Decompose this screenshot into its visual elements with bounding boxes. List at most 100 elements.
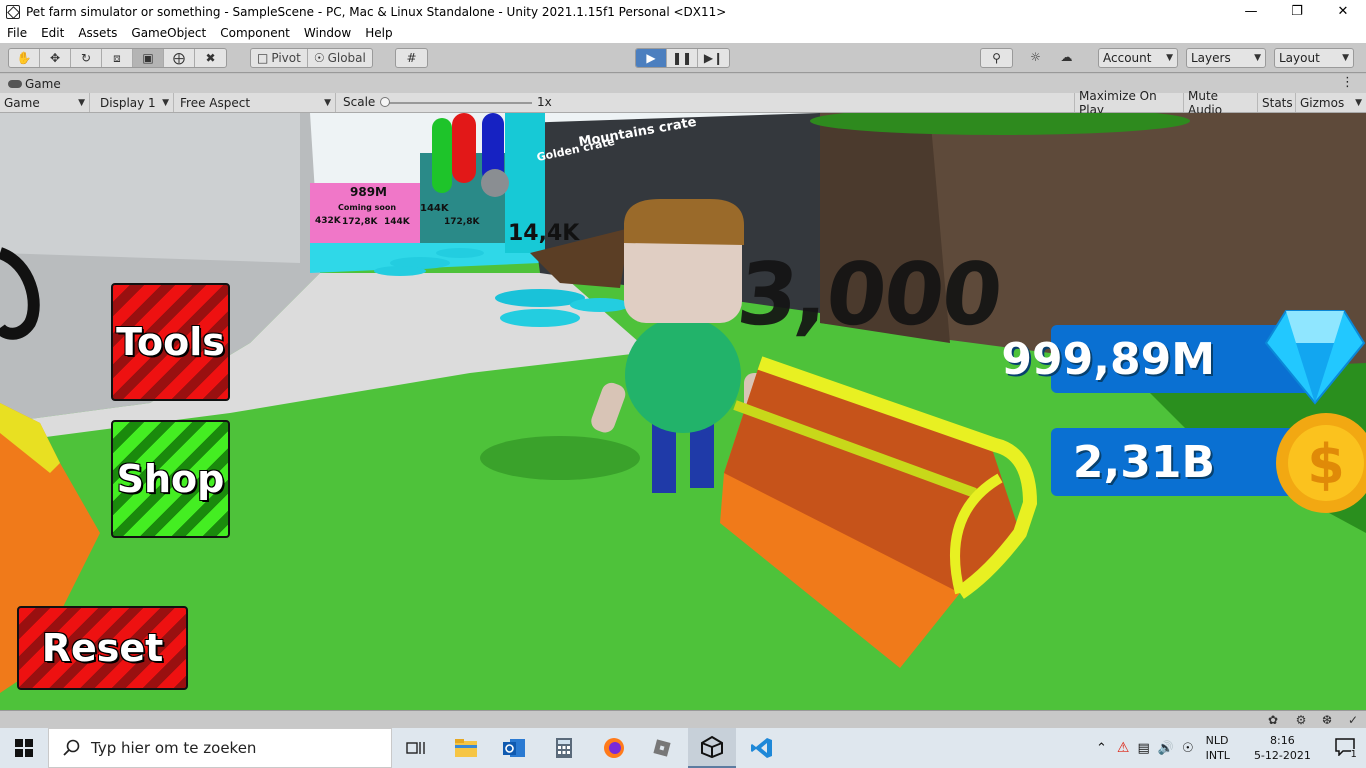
game-viewport[interactable]: 3,000 14,4K Golden crate Mountains crate… xyxy=(0,113,1366,711)
game-view-toolbar: Game ▼ Display 1 ▼ Free Aspect ▼ Scale 1x M… xyxy=(0,89,1366,117)
move-tool-button[interactable]: ✥ xyxy=(40,49,71,67)
red-pillar xyxy=(452,113,476,183)
maximize-button[interactable]: ❐ xyxy=(1274,0,1320,23)
gizmos-dropdown[interactable]: Gizmos ▼ xyxy=(1296,93,1366,112)
chevron-down-icon: ▼ xyxy=(1166,53,1173,63)
menu-gameobject[interactable]: GameObject xyxy=(124,26,213,40)
chevron-down-icon: ▼ xyxy=(162,97,169,108)
progress-icon[interactable]: ❆ xyxy=(1320,713,1334,727)
tab-game[interactable]: Game xyxy=(0,77,61,91)
transform-tool-button[interactable]: ⨁ xyxy=(164,49,195,67)
display-dropdown[interactable]: Display 1 ▼ xyxy=(96,93,174,112)
windows-taskbar: Typ hier om te zoeken ⌃ ⚠ ▤ 🔊 ☉ NLD INTL… xyxy=(0,728,1366,768)
menu-help[interactable]: Help xyxy=(358,26,399,40)
search-icon xyxy=(63,739,80,756)
menu-file[interactable]: File xyxy=(0,26,34,40)
unity-icon xyxy=(701,735,723,759)
layers-dropdown[interactable]: Layers ▼ xyxy=(1186,48,1266,68)
search-button[interactable]: ⚲ xyxy=(981,49,1012,67)
play-controls: ▶ ❚❚ ▶❙ xyxy=(635,48,730,68)
notification-center-button[interactable]: 1 xyxy=(1335,738,1357,760)
check-icon[interactable]: ✓ xyxy=(1346,713,1360,727)
play-icon: ▶ xyxy=(646,51,656,65)
menu-window[interactable]: Window xyxy=(297,26,358,40)
settings-icon[interactable]: ⚙ xyxy=(1294,713,1308,727)
file-explorer-icon xyxy=(455,739,477,757)
world-far-label: Coming soon xyxy=(338,203,397,212)
play-button[interactable]: ▶ xyxy=(636,49,667,67)
roblox-button[interactable] xyxy=(638,728,686,768)
unity-taskbar-button[interactable] xyxy=(688,728,736,768)
cloud-button[interactable]: ☁ xyxy=(1051,48,1082,66)
character-hair xyxy=(624,199,744,245)
calculator-button[interactable] xyxy=(540,728,588,768)
window-title: Pet farm simulator or something - Sample… xyxy=(26,4,727,19)
title-bar: Pet farm simulator or something - Sample… xyxy=(0,0,1366,23)
bug-icon[interactable]: ✿ xyxy=(1266,713,1280,727)
grid-snap-button[interactable]: # xyxy=(396,49,427,67)
system-tray: ⌃ ⚠ ▤ 🔊 ☉ NLD INTL 8:16 5-12-2021 1 xyxy=(1096,728,1357,768)
coins-value: 2,31B xyxy=(1072,436,1215,488)
start-button[interactable] xyxy=(0,728,48,768)
stats-toggle[interactable]: Stats xyxy=(1258,93,1296,112)
mute-audio-toggle[interactable]: Mute Audio xyxy=(1184,89,1258,117)
hand-tool-button[interactable]: ✋ xyxy=(9,49,40,67)
adobe-icon[interactable]: ⚠ xyxy=(1117,740,1130,756)
pause-button[interactable]: ❚❚ xyxy=(667,49,698,67)
step-button[interactable]: ▶❙ xyxy=(698,49,729,67)
chevron-down-icon: ▼ xyxy=(78,97,85,108)
outlook-button[interactable] xyxy=(490,728,538,768)
reset-button[interactable]: Reset xyxy=(17,606,188,690)
rect-tool-button[interactable]: ▣ xyxy=(133,49,164,67)
taskbar-search-box[interactable]: Typ hier om te zoeken xyxy=(48,728,392,768)
coin-icon: $ xyxy=(1276,413,1366,513)
clock[interactable]: 8:16 5-12-2021 xyxy=(1254,733,1311,763)
outlook-icon xyxy=(503,739,525,757)
firefox-button[interactable] xyxy=(590,728,638,768)
character-shadow xyxy=(480,436,640,480)
reset-label: Reset xyxy=(41,626,164,670)
vscode-button[interactable] xyxy=(738,728,786,768)
game-scene xyxy=(0,113,1366,711)
pivot-toggle[interactable]: □ Pivot xyxy=(251,49,308,67)
tools-button[interactable]: Tools xyxy=(111,283,230,401)
battery-icon[interactable]: ▤ xyxy=(1137,741,1149,756)
menu-assets[interactable]: Assets xyxy=(71,26,124,40)
character-leg-right xyxy=(690,423,714,488)
vscode-icon xyxy=(751,738,772,758)
layout-dropdown[interactable]: Layout ▼ xyxy=(1274,48,1354,68)
chevron-up-icon[interactable]: ⌃ xyxy=(1096,741,1107,756)
scale-icon: ⧈ xyxy=(113,50,121,65)
volume-icon[interactable]: 🔊 xyxy=(1158,741,1174,756)
gamepad-icon xyxy=(8,79,22,88)
scale-slider-handle[interactable] xyxy=(380,97,390,107)
language-indicator[interactable]: NLD INTL xyxy=(1206,733,1230,763)
clock-date: 5-12-2021 xyxy=(1253,749,1311,762)
network-icon[interactable]: ☉ xyxy=(1182,741,1194,756)
search-placeholder: Typ hier om te zoeken xyxy=(91,739,257,757)
gizmos-label: Gizmos xyxy=(1300,95,1345,110)
custom-tool-button[interactable]: ✖ xyxy=(195,49,226,67)
display-label: Display 1 xyxy=(100,95,156,110)
menu-edit[interactable]: Edit xyxy=(34,26,71,40)
tab-menu-icon[interactable]: ⋮ xyxy=(1341,75,1354,90)
menu-component[interactable]: Component xyxy=(213,26,297,40)
global-toggle[interactable]: ☉ Global xyxy=(308,49,372,67)
shop-button[interactable]: Shop xyxy=(111,420,230,538)
view-dropdown[interactable]: Game ▼ xyxy=(0,93,90,112)
minimize-button[interactable]: — xyxy=(1228,0,1274,23)
collab-button[interactable]: ☼ xyxy=(1020,48,1051,66)
task-view-button[interactable] xyxy=(392,728,440,768)
scale-slider-track[interactable] xyxy=(384,102,532,104)
scale-tool-button[interactable]: ⧈ xyxy=(102,49,133,67)
character-leg-left xyxy=(652,423,676,493)
maximize-on-play-toggle[interactable]: Maximize On Play xyxy=(1074,89,1184,117)
close-button[interactable]: ✕ xyxy=(1320,0,1366,23)
rotate-tool-button[interactable]: ↻ xyxy=(71,49,102,67)
file-explorer-button[interactable] xyxy=(442,728,490,768)
chevron-down-icon: ▼ xyxy=(1355,97,1362,108)
custom-tool-icon: ✖ xyxy=(205,51,216,65)
diamond-icon xyxy=(1264,310,1366,405)
account-dropdown[interactable]: Account ▼ xyxy=(1098,48,1178,68)
aspect-dropdown[interactable]: Free Aspect ▼ xyxy=(176,93,336,112)
